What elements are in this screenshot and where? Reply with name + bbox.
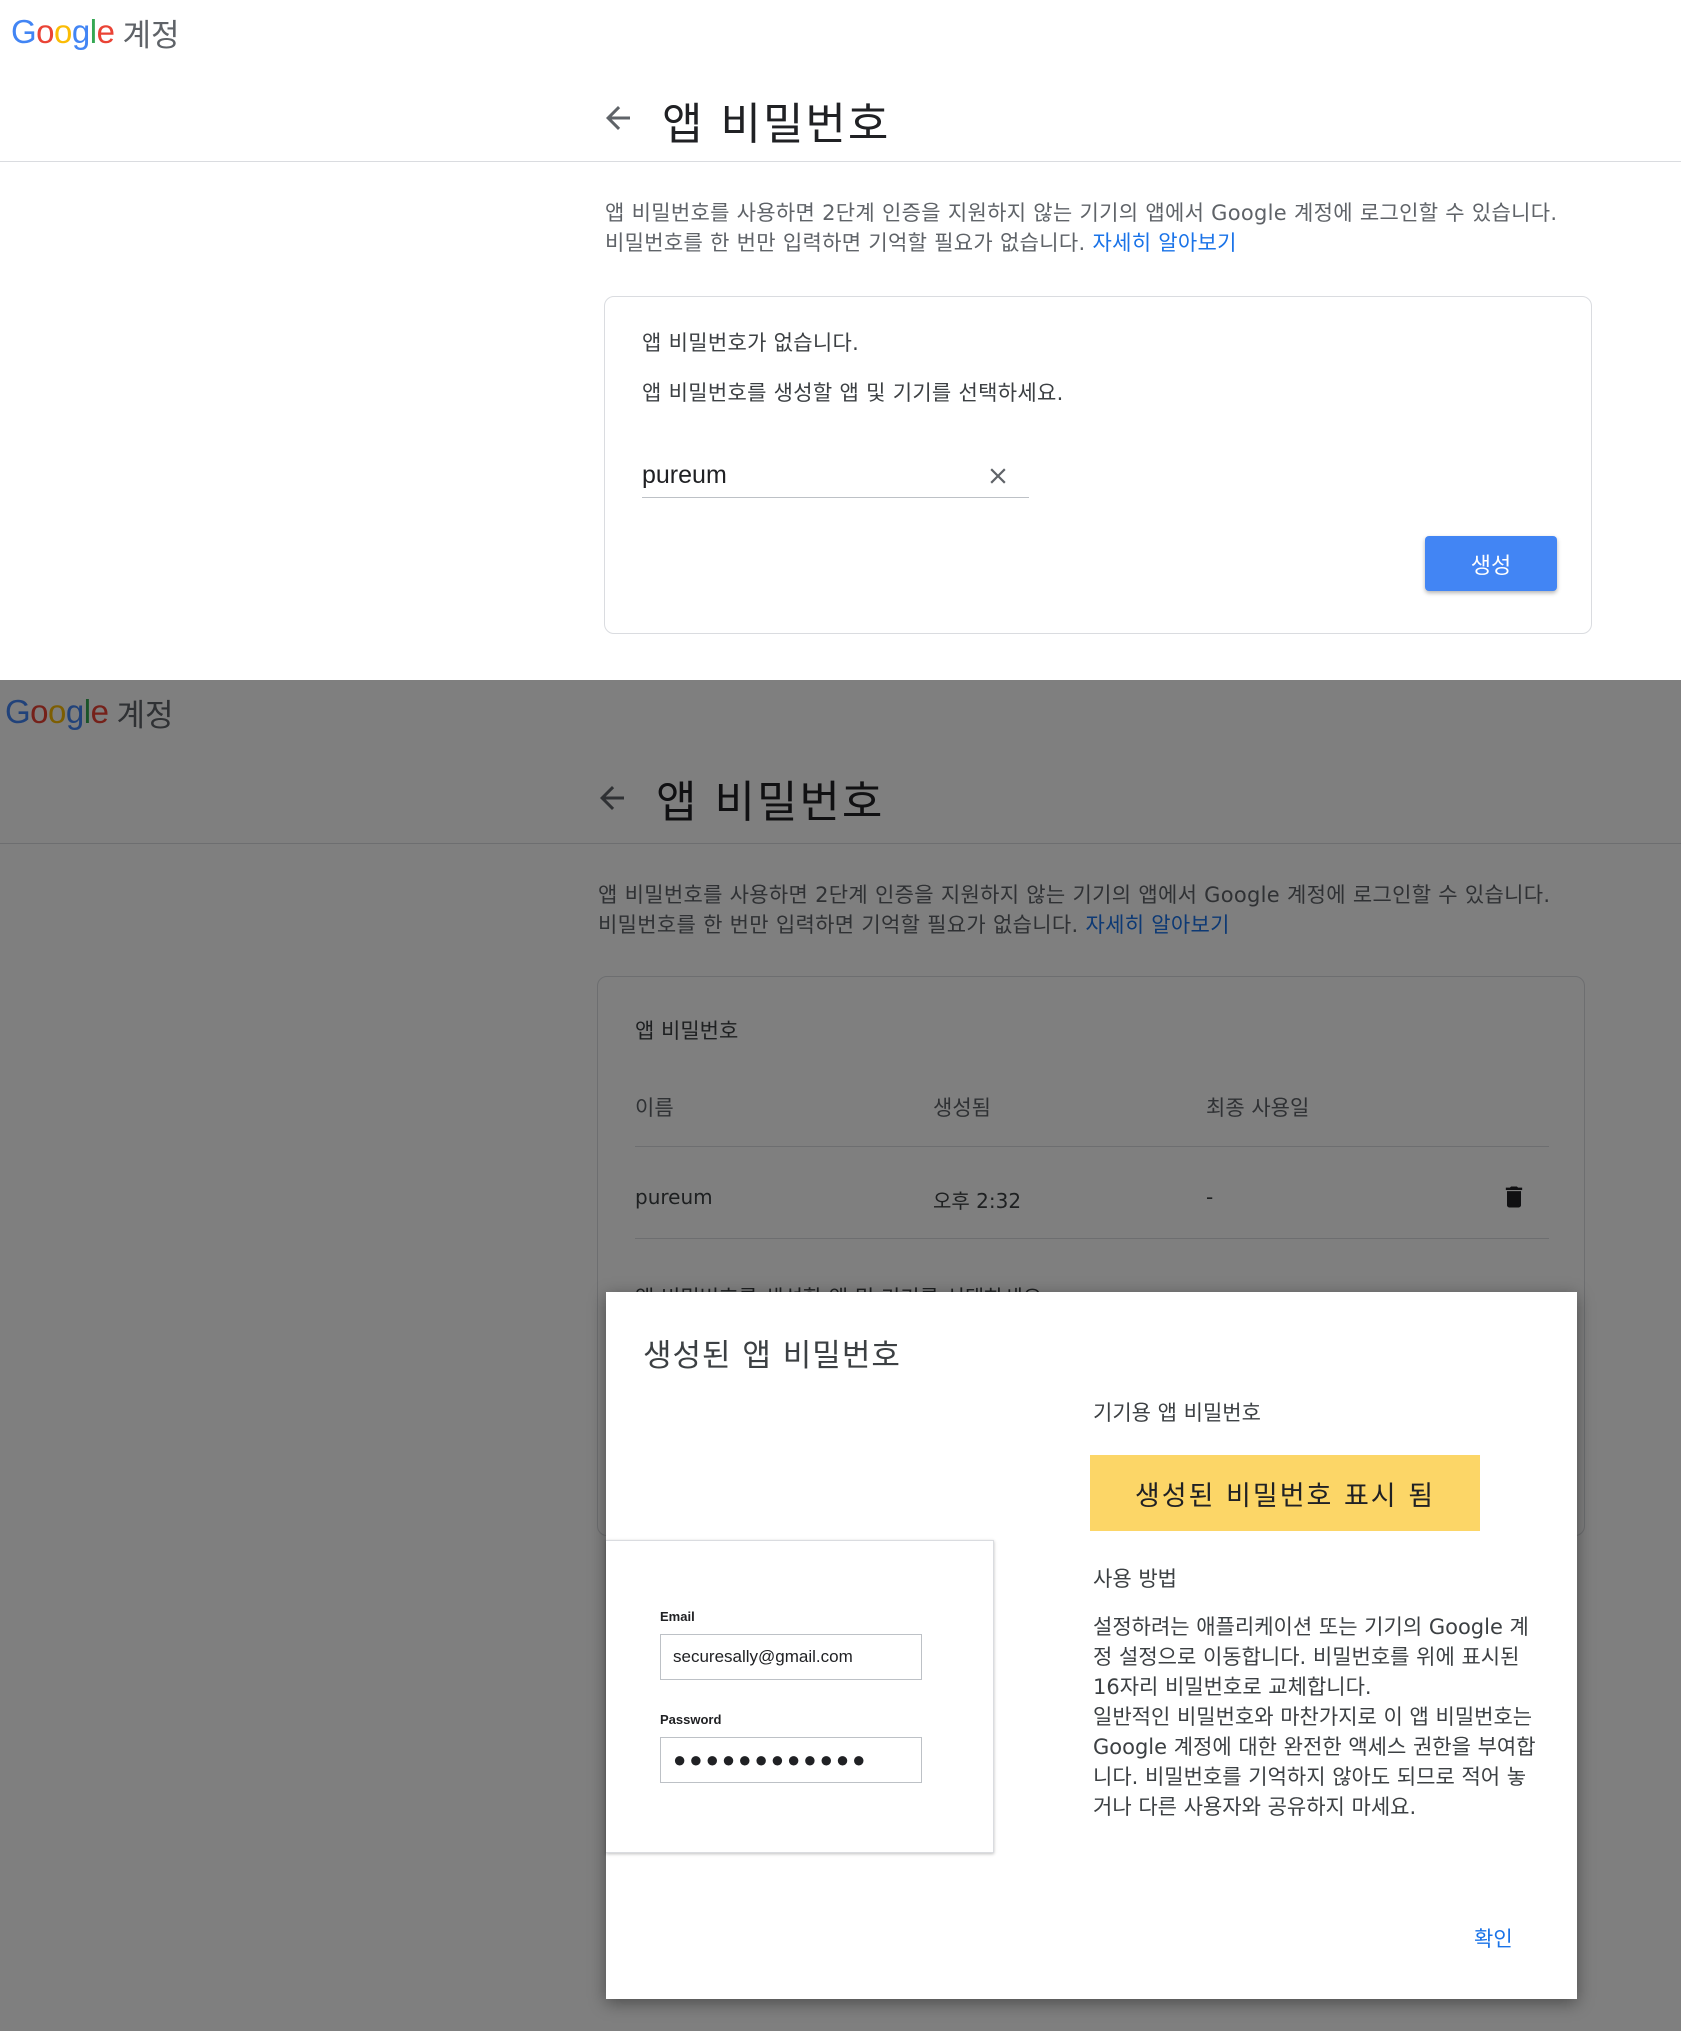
usage-instructions: 설정하려는 애플리케이션 또는 기기의 Google 계정 설정으로 이동합니다… (1093, 1615, 1536, 1819)
dialog-title: 생성된 앱 비밀번호 (643, 1338, 901, 1374)
select-prompt: 앱 비밀번호를 생성할 앱 및 기기를 선택하세요. (642, 381, 1064, 405)
back-arrow-icon[interactable] (600, 100, 636, 136)
device-password-label: 기기용 앱 비밀번호 (1093, 1401, 1261, 1425)
description-line-1: 앱 비밀번호를 사용하면 2단계 인증을 지원하지 않는 기기의 앱에서 Goo… (605, 201, 1558, 225)
mock-password-field: ●●●●●●●●●●●● (660, 1737, 922, 1783)
panel-no-passwords: Google 계정 앱 비밀번호 앱 비밀번호를 사용하면 2단계 인증을 지원… (0, 0, 1681, 680)
app-name-input[interactable] (642, 455, 962, 495)
mock-email-label: Email (660, 1609, 695, 1624)
generated-password-box: 생성된 비밀번호 표시 됨 (1090, 1455, 1480, 1531)
page-title: 앱 비밀번호 (662, 99, 891, 150)
login-form-illustration: Email securesally@gmail.com Password ●●●… (606, 1540, 994, 1853)
app-name-field[interactable] (642, 455, 1029, 498)
google-account-logo[interactable]: Google 계정 (11, 10, 180, 54)
learn-more-link[interactable]: 자세히 알아보기 (1092, 231, 1236, 255)
description-line-2: 비밀번호를 한 번만 입력하면 기억할 필요가 없습니다. 자세히 알아보기 (605, 228, 1605, 258)
confirm-button[interactable]: 확인 (1468, 1922, 1519, 1954)
header-divider (0, 161, 1681, 162)
mock-email-field: securesally@gmail.com (660, 1634, 922, 1680)
panel-generated: Google 계정 앱 비밀번호 앱 비밀번호를 사용하면 2단계 인증을 지원… (0, 680, 1681, 2031)
generate-button[interactable]: 생성 (1425, 536, 1557, 591)
usage-title: 사용 방법 (1093, 1567, 1177, 1591)
close-icon[interactable] (985, 463, 1011, 489)
app-password-card: 앱 비밀번호가 없습니다. 앱 비밀번호를 생성할 앱 및 기기를 선택하세요.… (604, 296, 1592, 634)
no-passwords-text: 앱 비밀번호가 없습니다. (642, 331, 860, 355)
google-logo: Google (11, 13, 115, 50)
mock-password-label: Password (660, 1712, 722, 1727)
description-text: 비밀번호를 한 번만 입력하면 기억할 필요가 없습니다. (605, 231, 1086, 255)
description: 앱 비밀번호를 사용하면 2단계 인증을 지원하지 않는 기기의 앱에서 Goo… (605, 198, 1605, 258)
logo-subtitle: 계정 (122, 17, 180, 54)
generated-password-dialog: 생성된 앱 비밀번호 Email securesally@gmail.com P… (606, 1292, 1577, 1999)
